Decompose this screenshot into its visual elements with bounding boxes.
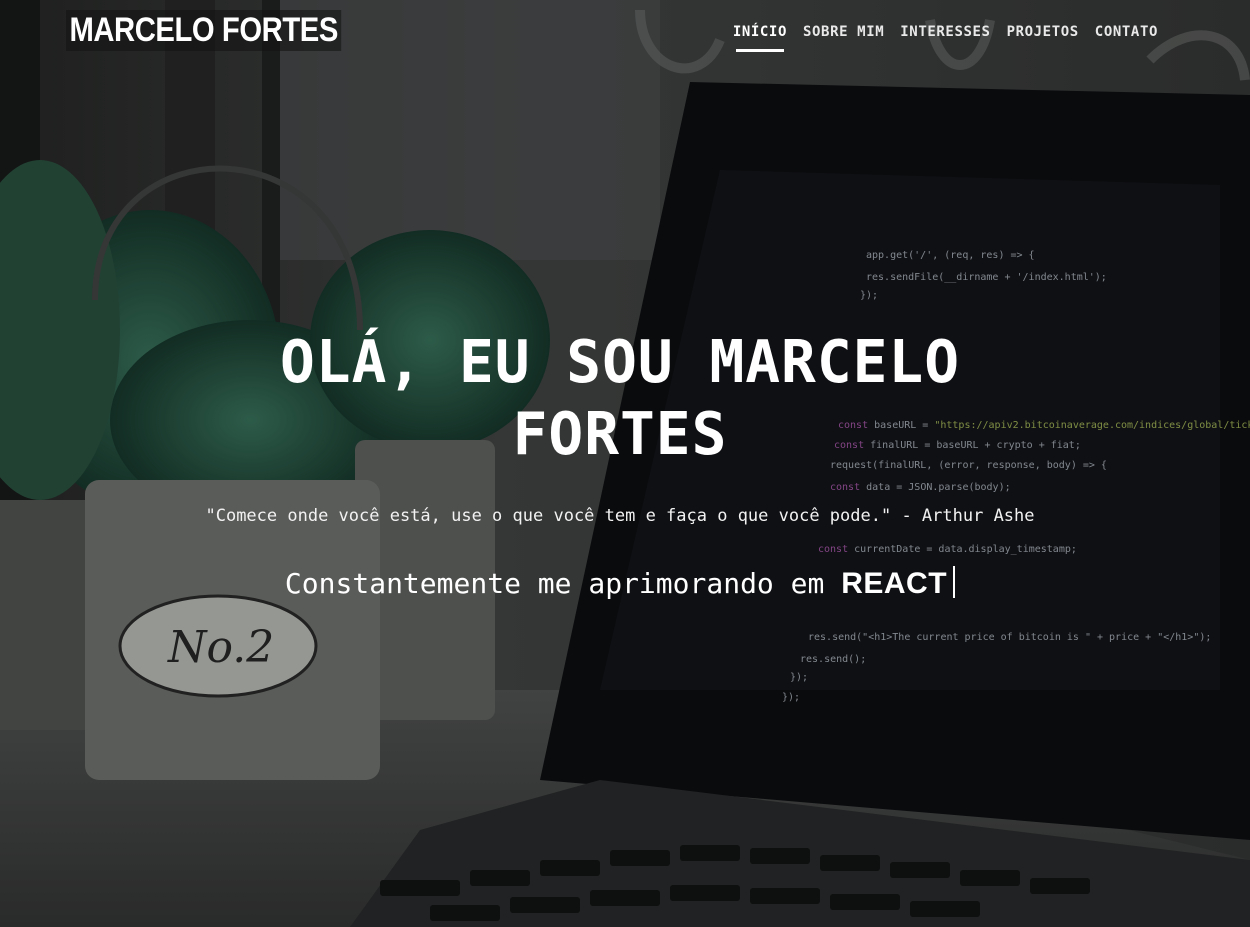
nav-item-interesses[interactable]: INTERESSES xyxy=(892,22,998,46)
typing-line: Constantemente me aprimorando em REACT xyxy=(225,562,1015,606)
typing-prefix: Constantemente me aprimorando em xyxy=(284,567,825,600)
typing-word: REACT xyxy=(841,567,948,600)
typing-cursor xyxy=(953,566,956,598)
hero-quote: "Comece onde você está, use o que você t… xyxy=(205,506,1035,526)
nav-item-projetos[interactable]: PROJETOS xyxy=(999,22,1087,46)
nav-item-inicio[interactable]: INÍCIO xyxy=(725,22,795,52)
nav-item-contato[interactable]: CONTATO xyxy=(1087,22,1166,46)
nav-item-sobre-mim[interactable]: SOBRE MIM xyxy=(795,22,892,46)
main-nav: INÍCIO SOBRE MIM INTERESSES PROJETOS CON… xyxy=(725,22,1166,52)
site-logo[interactable]: MARCELO FORTES xyxy=(66,10,342,51)
hero-section: No.2 app.get('/', (req, res) => { res.se… xyxy=(0,0,1250,927)
hero-headline: OLÁ, EU SOU MARCELO FORTES xyxy=(279,327,961,468)
